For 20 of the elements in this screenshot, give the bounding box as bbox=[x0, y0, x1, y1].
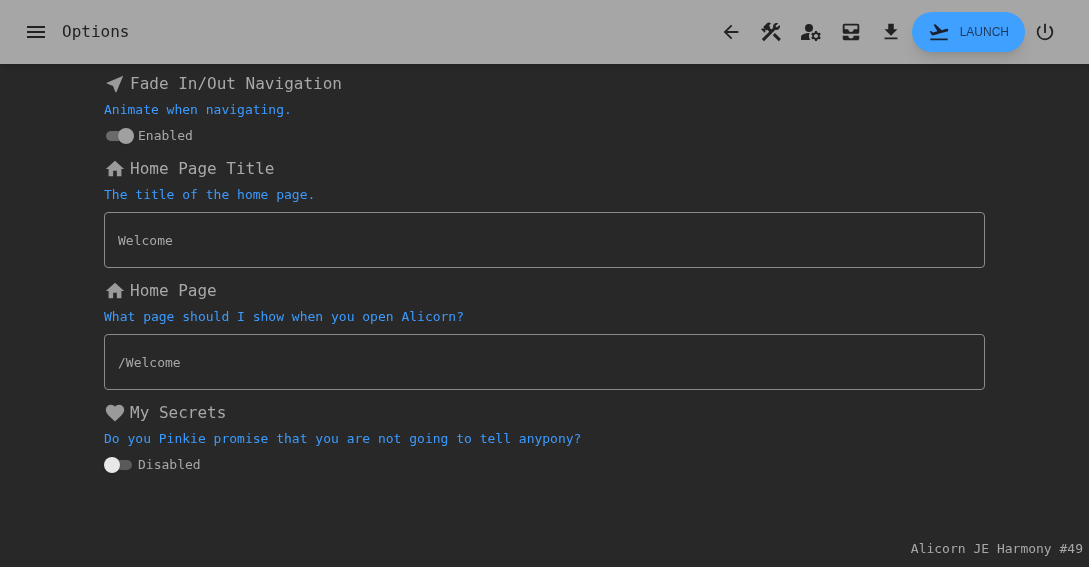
setting-description: The title of the home page. bbox=[104, 186, 316, 204]
setting-title: Home Page Title bbox=[130, 161, 275, 177]
toggle-switch[interactable] bbox=[104, 128, 134, 144]
heart-icon bbox=[104, 402, 126, 424]
setting-title: Home Page bbox=[130, 283, 217, 299]
text-field[interactable]: Welcome bbox=[104, 212, 985, 268]
setting-title: My Secrets bbox=[130, 405, 227, 421]
toggle-label: Disabled bbox=[138, 456, 201, 475]
text-field[interactable]: /Welcome bbox=[104, 334, 985, 390]
setting-description: Animate when navigating. bbox=[104, 101, 292, 119]
setting-description: Do you Pinkie promise that you are not going to tell anypony? bbox=[104, 430, 582, 448]
airplane-icon bbox=[927, 21, 950, 43]
pointer-icon bbox=[104, 73, 126, 95]
setting-description: What page should I show when you open Alicorn? bbox=[104, 308, 465, 326]
toggle-switch[interactable] bbox=[104, 457, 134, 473]
launch-button[interactable]: LAUNCH bbox=[911, 12, 1025, 52]
toggle-label: Enabled bbox=[138, 127, 193, 146]
version-label: Alicorn JE Harmony #49 bbox=[910, 539, 1083, 558]
page-title: Options bbox=[62, 21, 130, 43]
setting-title: Fade In/Out Navigation bbox=[130, 76, 342, 92]
